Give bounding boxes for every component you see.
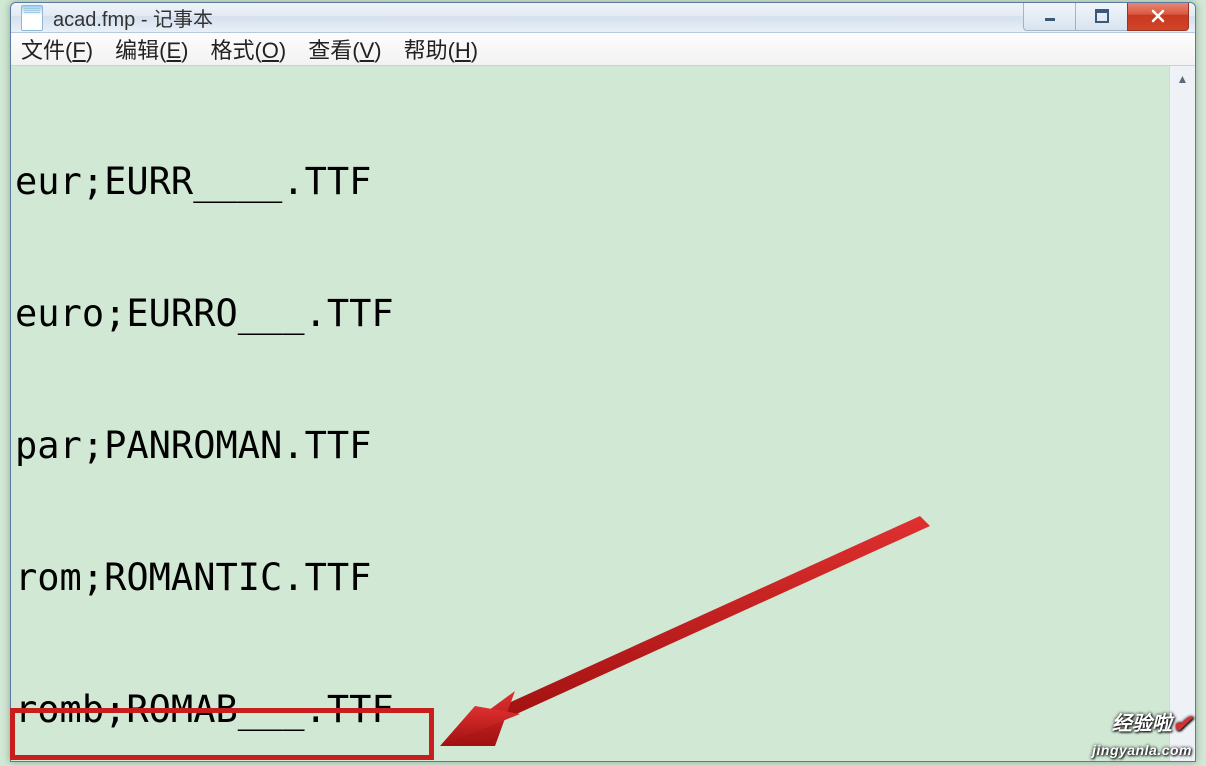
- text-line: par;PANROMAN.TTF: [15, 424, 1165, 468]
- text-line: romb;ROMAB___.TTF: [15, 688, 1165, 732]
- checkmark-icon: ✔: [1172, 711, 1192, 738]
- notepad-icon: [21, 5, 43, 31]
- text-area[interactable]: eur;EURR____.TTF euro;EURRO___.TTF par;P…: [11, 66, 1169, 762]
- minimize-button[interactable]: [1023, 2, 1075, 31]
- scroll-up-icon[interactable]: ▲: [1172, 68, 1194, 90]
- watermark: 经验啦✔ jingyanla.com: [1092, 712, 1192, 760]
- watermark-url: jingyanla.com: [1092, 742, 1192, 758]
- menu-view[interactable]: 查看(V): [308, 33, 381, 65]
- menu-edit[interactable]: 编辑(E): [115, 33, 188, 65]
- scroll-track[interactable]: [1172, 90, 1194, 762]
- vertical-scrollbar[interactable]: ▲ ▼: [1169, 66, 1195, 762]
- text-line: rom;ROMANTIC.TTF: [15, 556, 1165, 600]
- watermark-text: 经验啦: [1112, 713, 1172, 735]
- maximize-button[interactable]: [1075, 2, 1127, 31]
- titlebar[interactable]: acad.fmp - 记事本: [11, 3, 1195, 33]
- window-title: acad.fmp - 记事本: [53, 3, 1023, 32]
- text-line: euro;EURRO___.TTF: [15, 292, 1165, 336]
- menubar: 文件(F) 编辑(E) 格式(O) 查看(V) 帮助(H): [11, 33, 1195, 66]
- text-line: eur;EURR____.TTF: [15, 160, 1165, 204]
- menu-help[interactable]: 帮助(H): [404, 33, 479, 65]
- menu-file[interactable]: 文件(F): [21, 33, 93, 65]
- menu-format[interactable]: 格式(O): [210, 33, 286, 65]
- notepad-window: acad.fmp - 记事本 文件(F) 编辑(E) 格式(O) 查看(V) 帮…: [10, 2, 1196, 762]
- client-area: eur;EURR____.TTF euro;EURRO___.TTF par;P…: [11, 66, 1195, 762]
- window-controls: [1023, 5, 1189, 31]
- close-button[interactable]: [1127, 2, 1189, 31]
